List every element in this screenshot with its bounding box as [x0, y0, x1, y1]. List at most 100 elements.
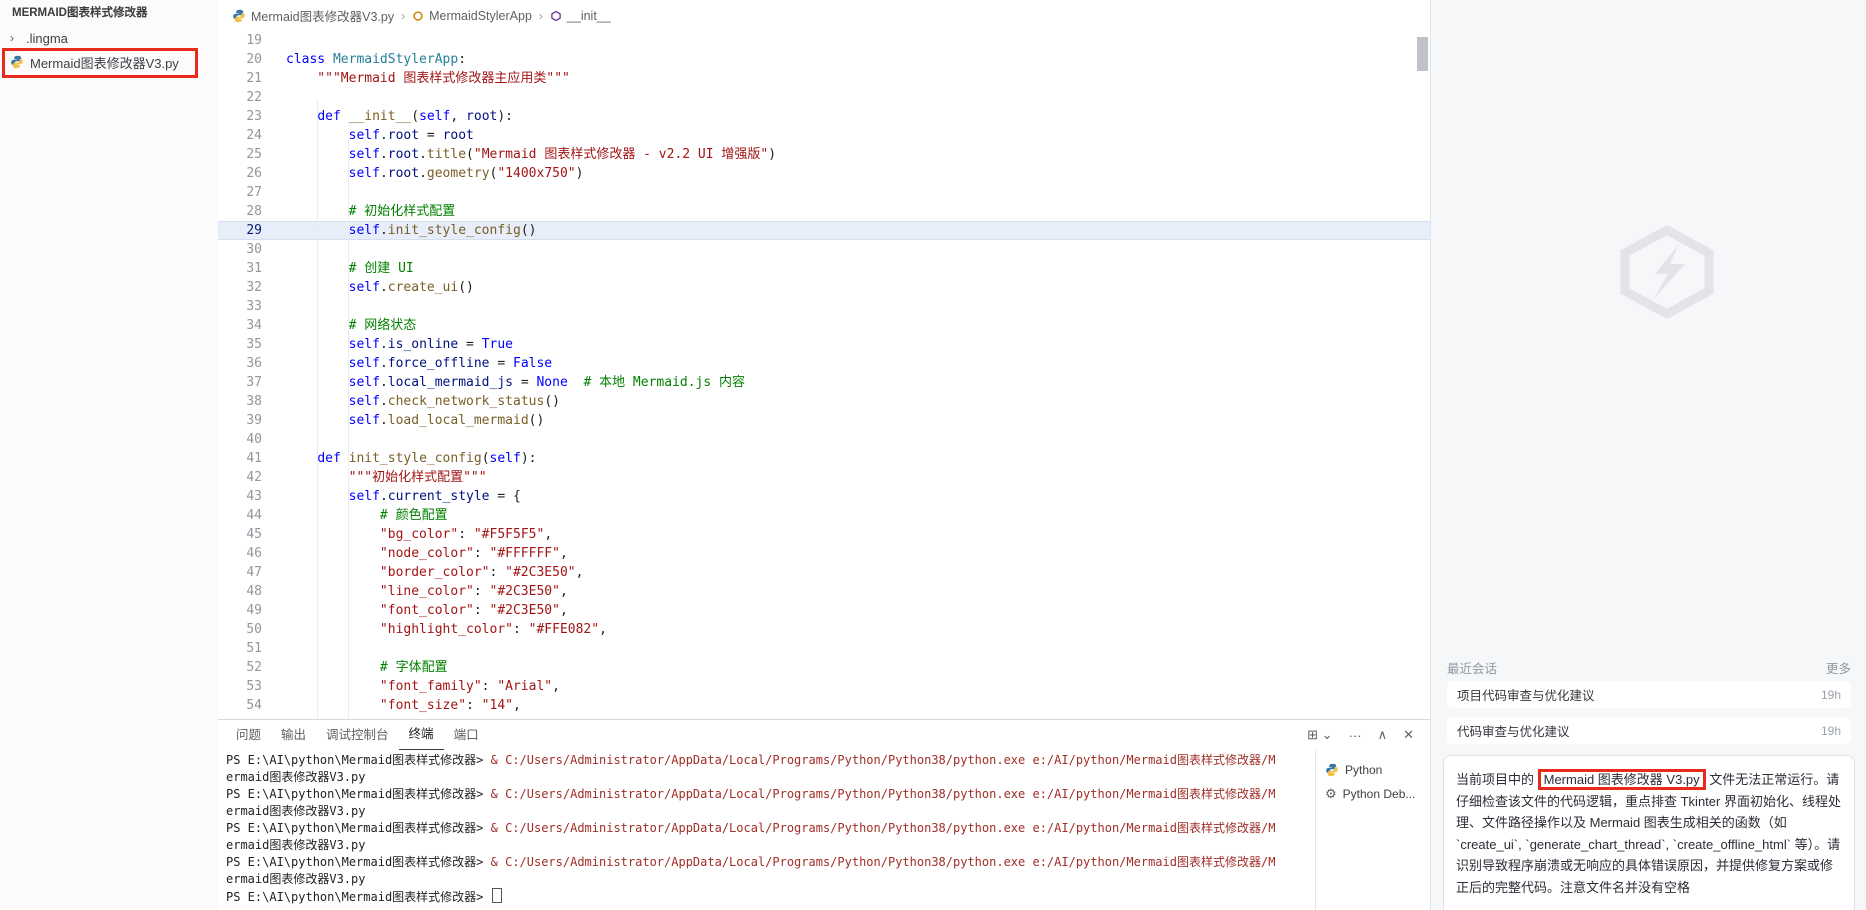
panel-tab-1[interactable]: 问题: [226, 721, 271, 750]
code-line-22[interactable]: 22: [218, 88, 1430, 107]
breadcrumb[interactable]: Mermaid图表修改器V3.py › MermaidStylerApp › __ini…: [218, 0, 1430, 31]
code-line-27[interactable]: 27: [218, 183, 1430, 202]
session-time: 19h: [1820, 687, 1841, 702]
line-number: 30: [246, 242, 262, 257]
more-actions-icon[interactable]: ···: [1349, 728, 1362, 743]
code-line-40[interactable]: 40: [218, 430, 1430, 449]
code-line-29[interactable]: 29 self.init_style_config(): [218, 221, 1430, 240]
line-number: 31: [246, 261, 262, 276]
sidebar-file-item[interactable]: Mermaid图表修改器V3.py: [0, 48, 218, 78]
code-line-25[interactable]: 25 self.root.title("Mermaid 图表样式修改器 - v2…: [218, 145, 1430, 164]
code-line-37[interactable]: 37 self.local_mermaid_js = None # 本地 Mer…: [218, 373, 1430, 392]
breadcrumb-item[interactable]: MermaidStylerApp: [412, 9, 532, 23]
code-line-53[interactable]: 53 "font_family": "Arial",: [218, 677, 1430, 696]
code-text: self.create_ui(): [348, 280, 474, 295]
code-line-20[interactable]: 20 class MermaidStylerApp:: [218, 50, 1430, 69]
explorer-root-label[interactable]: MERMAID图表样式修改器: [0, 0, 218, 26]
editor-area: Mermaid图表修改器V3.py › MermaidStylerApp › __ini…: [218, 0, 1430, 719]
code-line-35[interactable]: 35 self.is_online = True: [218, 335, 1430, 354]
terminal-line: PS E:\AI\python\Mermaid图表样式修改器> & C:/Use…: [226, 855, 1276, 869]
line-number: 28: [246, 204, 262, 219]
line-number: 23: [246, 109, 262, 124]
line-number: 43: [246, 489, 262, 504]
code-line-39[interactable]: 39 self.load_local_mermaid(): [218, 411, 1430, 430]
code-line-49[interactable]: 49 "font_color": "#2C3E50",: [218, 601, 1430, 620]
session-time: 19h: [1820, 723, 1841, 738]
code-line-33[interactable]: 33: [218, 297, 1430, 316]
line-number: 53: [246, 679, 262, 694]
breadcrumb-separator: ›: [401, 8, 406, 23]
code-text: "font_family": "Arial",: [379, 679, 560, 694]
code-line-45[interactable]: 45 "bg_color": "#F5F5F5",: [218, 525, 1430, 544]
code-line-31[interactable]: 31 # 创建 UI: [218, 259, 1430, 278]
terminal-instance[interactable]: ⚙ Python Deb...: [1316, 782, 1430, 806]
code-line-19[interactable]: 19: [218, 31, 1430, 50]
panel-tab-2[interactable]: 输出: [271, 721, 316, 750]
panel-actions: ⊞ ⌄ ··· ∧ ✕: [1307, 720, 1414, 750]
annotation-highlight: Mermaid 图表修改器 V3.py: [1537, 769, 1706, 790]
gear-icon: ⚙: [1325, 786, 1337, 801]
code-text: self.force_offline = False: [348, 356, 553, 371]
line-number: 40: [246, 432, 262, 447]
line-number: 24: [246, 128, 262, 143]
python-icon: [11, 55, 23, 69]
terminal-line: ermaid图表修改器V3.py: [226, 770, 366, 784]
line-number: 27: [246, 185, 262, 200]
chat-input-text: 当前项目中的: [1456, 772, 1538, 787]
code-line-46[interactable]: 46 "node_color": "#FFFFFF",: [218, 544, 1430, 563]
code-line-50[interactable]: 50 "highlight_color": "#FFE082",: [218, 620, 1430, 639]
code-line-54[interactable]: 54 "font_size": "14",: [218, 696, 1430, 715]
session-item[interactable]: 项目代码审查与优化建议 19h: [1447, 681, 1851, 708]
panel-tab-3[interactable]: 调试控制台: [316, 721, 399, 750]
code-line-28[interactable]: 28 # 初始化样式配置: [218, 202, 1430, 221]
terminal-line: PS E:\AI\python\Mermaid图表样式修改器> & C:/Use…: [226, 787, 1276, 801]
breadcrumb-item[interactable]: __init__: [550, 9, 611, 23]
breadcrumb-item[interactable]: Mermaid图表修改器V3.py: [232, 6, 394, 25]
code-line-32[interactable]: 32 self.create_ui(): [218, 278, 1430, 297]
code-line-52[interactable]: 52 # 字体配置: [218, 658, 1430, 677]
session-item[interactable]: 代码审查与优化建议 19h: [1447, 717, 1851, 744]
code-line-47[interactable]: 47 "border_color": "#2C3E50",: [218, 563, 1430, 582]
code-line-26[interactable]: 26 self.root.geometry("1400x750"): [218, 164, 1430, 183]
code-line-30[interactable]: 30: [218, 240, 1430, 259]
line-number: 34: [246, 318, 262, 333]
code-line-48[interactable]: 48 "line_color": "#2C3E50",: [218, 582, 1430, 601]
code-editor[interactable]: 19 20 class MermaidStylerApp: 21 """Mermaid…: [218, 31, 1430, 719]
tree-item-label: Mermaid图表修改器V3.py: [30, 55, 179, 71]
code-text: self.local_mermaid_js = None # 本地 Mermai…: [348, 375, 746, 390]
sidebar-folder-item[interactable]: › .lingma: [0, 26, 218, 50]
code-line-42[interactable]: 42 """初始化样式配置""": [218, 468, 1430, 487]
code-text: "bg_color": "#F5F5F5",: [379, 527, 553, 542]
editor-scrollbar[interactable]: [1417, 37, 1428, 71]
maximize-panel-icon[interactable]: ∧: [1378, 727, 1388, 743]
code-line-23[interactable]: 23 def __init__(self, root):: [218, 107, 1430, 126]
line-number: 21: [246, 71, 262, 86]
close-panel-icon[interactable]: ✕: [1403, 727, 1414, 743]
ai-assistant-panel: 最近会话 更多 项目代码审查与优化建议 19h 代码审查与优化建议 19h 当前项目中…: [1430, 0, 1866, 910]
code-text: "node_color": "#FFFFFF",: [379, 546, 568, 561]
terminal-instance-list: Python ⚙ Python Deb...: [1315, 750, 1430, 910]
chat-input[interactable]: 当前项目中的 Mermaid 图表修改器 V3.py 文件无法正常运行。请仔细检…: [1443, 755, 1855, 910]
more-sessions-link[interactable]: 更多: [1826, 658, 1851, 677]
panel-tab-5[interactable]: 端口: [444, 721, 489, 750]
panel-tab-4[interactable]: 终端: [398, 720, 444, 750]
terminal-output[interactable]: PS E:\AI\python\Mermaid图表样式修改器> & C:/Use…: [226, 752, 1314, 910]
code-line-43[interactable]: 43 self.current_style = {: [218, 487, 1430, 506]
panel-layout-icon[interactable]: ⊞ ⌄: [1307, 727, 1332, 743]
line-number: 52: [246, 660, 262, 675]
line-number: 33: [246, 299, 262, 314]
code-line-21[interactable]: 21 """Mermaid 图表样式修改器主应用类""": [218, 69, 1430, 88]
code-text: self.load_local_mermaid(): [348, 413, 545, 428]
code-line-41[interactable]: 41 def init_style_config(self):: [218, 449, 1430, 468]
code-line-38[interactable]: 38 self.check_network_status(): [218, 392, 1430, 411]
code-line-34[interactable]: 34 # 网络状态: [218, 316, 1430, 335]
terminal-instance[interactable]: Python: [1316, 758, 1430, 782]
code-line-24[interactable]: 24 self.root = root: [218, 126, 1430, 145]
code-line-51[interactable]: 51: [218, 639, 1430, 658]
code-line-36[interactable]: 36 self.force_offline = False: [218, 354, 1430, 373]
code-line-44[interactable]: 44 # 颜色配置: [218, 506, 1430, 525]
